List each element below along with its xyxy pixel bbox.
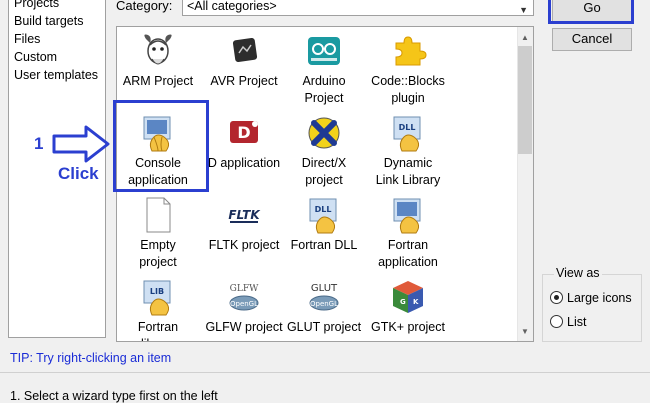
scrollbar-thumb[interactable] [518,46,532,154]
svg-text:LIB: LIB [150,287,164,296]
category-label: Category: [116,0,173,13]
view-as-label: View as [554,266,602,280]
list-item-build-targets[interactable]: Build targets [14,13,83,30]
category-dropdown[interactable]: <All categories> ▼ [182,0,534,16]
selection-highlight-box [113,100,209,192]
svg-text:GLUT: GLUT [311,283,338,294]
radio-large-icons[interactable]: Large icons [550,289,632,307]
fortran-dll-icon: DLL [304,195,344,235]
svg-text:OpenGL: OpenGL [230,300,258,308]
wizard-label: GLFW project [205,320,283,334]
svg-text:G: G [400,298,406,306]
list-item-files[interactable]: Files [14,31,40,48]
wizard-label: D application [207,156,281,170]
gtk-cube-icon: G K [388,277,428,317]
blank-page-icon [138,195,178,235]
svg-text:D: D [237,123,250,142]
go-button-highlight-box [548,0,634,24]
wizard-label: Fortran application [378,238,438,269]
directx-icon [304,113,344,153]
list-item-projects[interactable]: Projects [14,0,59,12]
wizard-label: ARM Project [122,74,194,88]
wizard-label: Fortran DLL [290,238,358,252]
wizard-fortran-application[interactable]: Fortran application [365,195,451,271]
right-arrow-icon [50,124,112,167]
wizard-label: Direct/X project [301,156,347,187]
wizard-avr-project[interactable]: AVR Project [201,31,287,90]
wizard-fltk-project[interactable]: FLTK FLTK project [201,195,287,254]
svg-text:FLTK: FLTK [228,208,261,222]
svg-text:K: K [413,298,419,306]
glut-opengl-icon: GLUT OpenGL [304,277,344,317]
wizard-codeblocks-plugin[interactable]: Code::Blocks plugin [365,31,451,107]
radio-button-checked[interactable] [550,291,563,304]
wizard-label: Empty project [139,238,177,269]
svg-text:DLL: DLL [399,123,416,132]
wizard-label: Code::Blocks plugin [371,74,445,105]
wizard-label: Arduino Project [302,74,346,105]
wizard-arduino-project[interactable]: Arduino Project [281,31,367,107]
list-item-custom[interactable]: Custom [14,49,57,66]
wizard-fortran-library[interactable]: LIB Fortran library [117,277,201,341]
wizard-gtk-project[interactable]: G K GTK+ project [365,277,451,336]
wizard-fortran-dll[interactable]: DLL Fortran DLL [281,195,367,254]
fortran-lib-icon: LIB [138,277,178,317]
chevron-down-icon: ▼ [519,5,528,15]
annotation-click-text: Click [58,164,99,183]
fortran-app-icon [388,195,428,235]
scroll-up-arrow-icon[interactable]: ▲ [517,30,533,46]
radio-label: Large icons [567,291,632,305]
wizard-label: Fortran library [137,320,179,341]
radio-list[interactable]: List [550,313,586,331]
wizard-label: Dynamic Link Library [375,156,441,187]
fltk-icon: FLTK [224,195,264,235]
wizard-d-application[interactable]: D D application [201,113,287,172]
category-dropdown-value: <All categories> [187,0,277,13]
avr-chip-icon [224,31,264,71]
divider [0,372,650,373]
puzzle-piece-icon [388,31,428,71]
annotation-step-number: 1 [34,134,44,153]
radio-label: List [567,315,587,329]
wizard-directx-project[interactable]: Direct/X project [281,113,367,189]
wizard-empty-project[interactable]: Empty project [117,195,201,271]
arduino-logo-icon [304,31,344,71]
svg-text:DLL: DLL [315,205,332,214]
wizard-label: FLTK project [208,238,280,252]
wizard-label: AVR Project [210,74,278,88]
list-item-user-templates[interactable]: User templates [14,67,98,84]
cancel-button[interactable]: Cancel [552,28,632,51]
tip-text: TIP: Try right-clicking an item [10,351,172,365]
d-language-icon: D [224,113,264,153]
radio-button-unchecked[interactable] [550,315,563,328]
dll-icon: DLL [388,113,428,153]
svg-text:GLFW: GLFW [230,284,259,294]
wizard-glfw-project[interactable]: GLFW OpenGL GLFW project [201,277,287,336]
scroll-down-arrow-icon[interactable]: ▼ [517,324,533,340]
view-as-group [542,274,642,342]
instruction-text: 1. Select a wizard type first on the lef… [10,389,218,403]
wizard-label: GTK+ project [371,320,445,334]
wizard-label: GLUT project [286,320,362,334]
wizard-dynamic-link-library[interactable]: DLL Dynamic Link Library [365,113,451,189]
svg-text:OpenGL: OpenGL [310,300,338,308]
gnu-gnu-icon [138,31,178,71]
glfw-opengl-icon: GLFW OpenGL [224,277,264,317]
wizard-arm-project[interactable]: ARM Project [117,31,201,90]
wizard-glut-project[interactable]: GLUT OpenGL GLUT project [281,277,367,336]
